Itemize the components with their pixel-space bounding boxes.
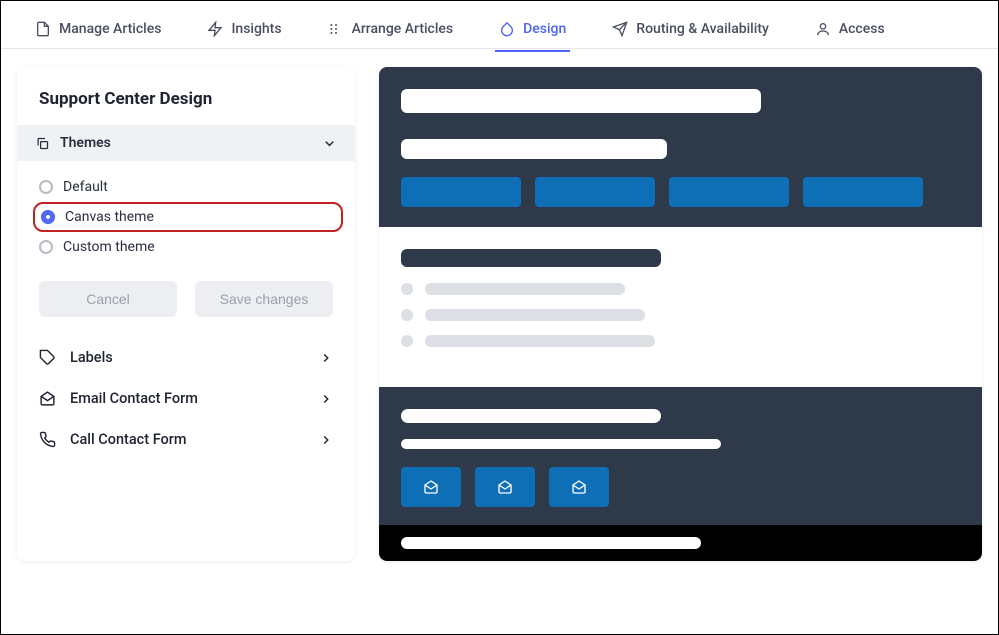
nav-label: Labels xyxy=(70,349,113,366)
theme-canvas-radio[interactable]: Canvas theme xyxy=(41,209,331,225)
preview-list-item xyxy=(401,309,960,321)
tag-icon xyxy=(39,349,56,366)
theme-custom-radio[interactable]: Custom theme xyxy=(39,239,333,255)
tab-label: Manage Articles xyxy=(59,21,161,37)
preview-hero xyxy=(379,67,982,227)
nav-label: Email Contact Form xyxy=(70,390,198,407)
radio-circle-icon xyxy=(39,240,53,254)
drop-icon xyxy=(499,21,515,37)
nav-label: Call Contact Form xyxy=(70,431,187,448)
user-icon xyxy=(815,21,831,37)
sidebar-title: Support Center Design xyxy=(17,67,355,125)
preview-text-placeholder xyxy=(425,309,645,321)
mail-icon xyxy=(497,479,513,495)
theme-radio-group: Default Canvas theme Custom theme xyxy=(17,161,355,263)
themes-section-header[interactable]: Themes xyxy=(17,125,355,161)
nav-call-contact-form[interactable]: Call Contact Form xyxy=(39,421,333,458)
preview-placeholder-bar xyxy=(401,439,721,449)
copy-icon xyxy=(35,136,50,151)
mail-icon xyxy=(571,479,587,495)
preview-button-placeholder xyxy=(401,177,521,207)
top-tabs: Manage Articles Insights Arrange Article… xyxy=(1,1,998,49)
tab-manage-articles[interactable]: Manage Articles xyxy=(31,9,165,51)
preview-placeholder-bar xyxy=(401,409,661,423)
preview-placeholder-bar xyxy=(401,537,701,549)
radio-label: Canvas theme xyxy=(65,209,154,225)
radio-label: Custom theme xyxy=(63,239,155,255)
section-label: Themes xyxy=(60,135,111,151)
preview-button-placeholder xyxy=(803,177,923,207)
tab-routing[interactable]: Routing & Availability xyxy=(608,9,773,51)
design-sidebar: Support Center Design Themes Default Can… xyxy=(17,67,355,561)
preview-contact-button xyxy=(475,467,535,507)
radio-label: Default xyxy=(63,179,108,195)
radio-circle-icon xyxy=(39,180,53,194)
tab-label: Routing & Availability xyxy=(636,21,769,37)
nav-email-contact-form[interactable]: Email Contact Form xyxy=(39,380,333,417)
tab-label: Design xyxy=(523,21,566,37)
chevron-down-icon xyxy=(322,136,337,151)
mail-icon xyxy=(39,390,56,407)
theme-preview xyxy=(379,67,982,561)
document-icon xyxy=(35,21,51,37)
preview-heading-placeholder xyxy=(401,249,661,267)
tab-access[interactable]: Access xyxy=(811,9,889,51)
nav-labels[interactable]: Labels xyxy=(39,339,333,376)
send-icon xyxy=(612,21,628,37)
grid-icon xyxy=(328,21,344,37)
radio-circle-icon xyxy=(41,210,55,224)
mail-icon xyxy=(423,479,439,495)
cancel-button[interactable]: Cancel xyxy=(39,281,177,317)
preview-text-placeholder xyxy=(425,283,625,295)
preview-list-item xyxy=(401,283,960,295)
preview-text-placeholder xyxy=(425,335,655,347)
preview-body xyxy=(379,227,982,387)
save-button[interactable]: Save changes xyxy=(195,281,333,317)
preview-contact-button xyxy=(401,467,461,507)
preview-button-placeholder xyxy=(669,177,789,207)
preview-button-placeholder xyxy=(535,177,655,207)
bullet-icon xyxy=(401,309,413,321)
tab-arrange-articles[interactable]: Arrange Articles xyxy=(324,9,458,51)
theme-default-radio[interactable]: Default xyxy=(39,179,333,195)
tab-label: Access xyxy=(839,21,885,37)
chevron-right-icon xyxy=(319,392,333,406)
chevron-right-icon xyxy=(319,351,333,365)
tab-label: Arrange Articles xyxy=(352,21,454,37)
bolt-icon xyxy=(207,21,223,37)
chevron-right-icon xyxy=(319,433,333,447)
tab-design[interactable]: Design xyxy=(495,9,570,51)
preview-contact-button xyxy=(549,467,609,507)
tab-insights[interactable]: Insights xyxy=(203,9,285,51)
bullet-icon xyxy=(401,283,413,295)
tab-label: Insights xyxy=(231,21,281,37)
phone-icon xyxy=(39,431,56,448)
bullet-icon xyxy=(401,335,413,347)
preview-bottom-bar xyxy=(379,525,982,561)
preview-placeholder-bar xyxy=(401,89,761,113)
preview-list-item xyxy=(401,335,960,347)
preview-placeholder-bar xyxy=(401,139,667,159)
preview-footer xyxy=(379,387,982,525)
